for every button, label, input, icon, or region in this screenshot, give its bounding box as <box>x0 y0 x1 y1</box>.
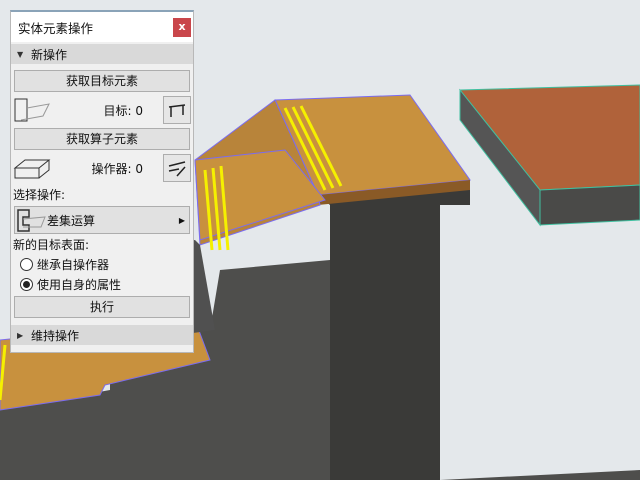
section-label: 维持操作 <box>31 328 80 343</box>
operation-value: 差集运算 <box>47 213 96 228</box>
target-element-icon <box>14 98 50 122</box>
radio-button-selected[interactable] <box>20 277 33 291</box>
tile-block-front <box>539 184 640 226</box>
select-targets-button[interactable] <box>163 96 191 124</box>
section-label: 新操作 <box>31 47 68 62</box>
subtraction-icon <box>17 209 46 232</box>
solid-element-operations-panel: 实体元素操作 x ▼ 新操作 获取目标元素 目标: 0 获取算子元素 操作器: 0… <box>10 10 194 353</box>
get-target-button[interactable]: 获取目标元素 <box>14 70 190 92</box>
triangle-right-icon: ▶ <box>17 330 24 340</box>
operator-select-icon <box>168 161 186 177</box>
get-operator-button[interactable]: 获取算子元素 <box>14 128 190 150</box>
select-operators-button[interactable] <box>163 154 191 182</box>
target-count: 目标: 0 <box>103 103 144 118</box>
close-button[interactable]: x <box>173 18 191 37</box>
operation-dropdown[interactable]: 差集运算 ▶ <box>14 206 190 234</box>
operator-count: 操作器: 0 <box>91 161 144 176</box>
triangle-down-icon: ▼ <box>17 49 24 59</box>
maintain-operations-header[interactable]: ▶ 维持操作 <box>11 325 193 345</box>
execute-button[interactable]: 执行 <box>14 296 190 318</box>
new-operations-header[interactable]: ▼ 新操作 <box>11 44 193 64</box>
radio-label: 使用自身的属性 <box>37 277 122 292</box>
stair-riser-face <box>318 180 470 480</box>
panel-title-bar[interactable]: 实体元素操作 <box>11 12 193 42</box>
radio-inherit-operator[interactable]: 继承自操作器 <box>11 254 193 274</box>
select-operation-label: 选择操作: <box>13 188 66 202</box>
radio-use-own-attributes[interactable]: 使用自身的属性 <box>11 274 193 294</box>
radio-button[interactable] <box>20 257 33 271</box>
radio-label: 继承自操作器 <box>37 257 110 272</box>
new-surface-label: 新的目标表面: <box>13 238 90 252</box>
target-select-icon <box>168 104 186 117</box>
panel-title: 实体元素操作 <box>18 20 94 36</box>
operator-element-icon <box>13 159 51 179</box>
triangle-right-icon: ▶ <box>178 215 185 225</box>
